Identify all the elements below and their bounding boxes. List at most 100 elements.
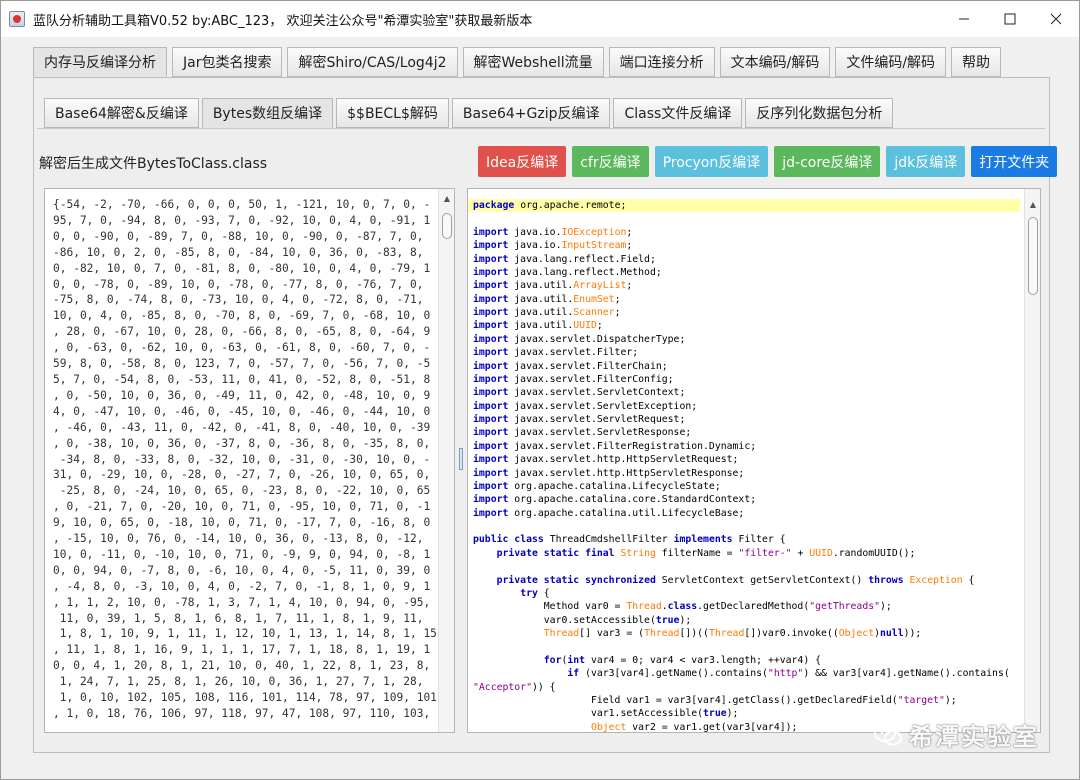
subtab-becl-decode[interactable]: $$BECL$解码 bbox=[336, 98, 449, 128]
wechat-official-account-icon bbox=[874, 723, 902, 745]
code-token: synchronized bbox=[585, 574, 656, 586]
tab-help[interactable]: 帮助 bbox=[951, 47, 1002, 77]
code-token: Scanner bbox=[573, 307, 615, 318]
code-token: import bbox=[473, 333, 509, 345]
code-line: import javax.servlet.FilterRegistration.… bbox=[468, 440, 1020, 453]
code-token: "target" bbox=[897, 694, 945, 706]
code-line: import org.apache.catalina.core.Standard… bbox=[468, 493, 1020, 506]
code-line: var0.setAccessible(true); bbox=[468, 614, 1020, 627]
code-token: java.util. bbox=[508, 293, 574, 305]
scroll-up-icon[interactable]: ▲ bbox=[1025, 197, 1040, 211]
code-token: import bbox=[473, 293, 509, 305]
code-token: true bbox=[655, 614, 680, 626]
code-token: Filter { bbox=[732, 534, 786, 546]
code-line: import javax.servlet.ServletContext; bbox=[468, 386, 1020, 399]
close-button[interactable] bbox=[1033, 1, 1079, 37]
code-token: import bbox=[473, 427, 509, 439]
decompiled-code[interactable]: package org.apache.remote; import java.i… bbox=[468, 199, 1020, 733]
decompiled-code-area[interactable]: package org.apache.remote; import java.i… bbox=[467, 188, 1041, 733]
code-line: Field var1 = var3[var4].getClass().getDe… bbox=[468, 694, 1020, 707]
code-token: Exception bbox=[909, 574, 963, 586]
code-line: import java.util.ArrayList; bbox=[468, 279, 1020, 292]
code-token: try bbox=[520, 587, 538, 599]
code-token: import bbox=[473, 454, 509, 466]
minimize-button[interactable] bbox=[941, 1, 987, 37]
code-line: import java.util.EnumSet; bbox=[468, 293, 1020, 306]
code-token: import bbox=[473, 307, 509, 318]
tab-memshell-decompile[interactable]: 内存马反编译分析 bbox=[33, 47, 167, 77]
app-window: 蓝队分析辅助工具箱V0.52 by:ABC_123， 欢迎关注公众号"希潭实验室… bbox=[0, 0, 1080, 780]
subtab-base64-gzip-decompile[interactable]: Base64+Gzip反编译 bbox=[451, 98, 611, 128]
bytes-array-text[interactable]: {-54, -2, -70, -66, 0, 0, 0, 50, 1, -121… bbox=[53, 197, 437, 722]
pane-splitter[interactable] bbox=[457, 188, 465, 733]
code-token: ; bbox=[614, 307, 621, 318]
close-icon bbox=[1050, 13, 1062, 25]
code-token: throws bbox=[868, 574, 904, 586]
code-token: private bbox=[496, 547, 538, 559]
code-scrollbar[interactable]: ▲ bbox=[1024, 189, 1040, 732]
idea-decompile-button[interactable]: Idea反编译 bbox=[478, 146, 567, 177]
code-token: import bbox=[473, 373, 509, 385]
code-line: import javax.servlet.FilterChain; bbox=[468, 360, 1020, 373]
bytes-scrollbar[interactable]: ▲ bbox=[438, 189, 454, 732]
code-token: )); bbox=[903, 628, 922, 639]
code-line: public class ThreadCmdshellFilter implem… bbox=[468, 533, 1020, 546]
code-token: implements bbox=[673, 534, 733, 546]
code-token: ); bbox=[880, 601, 892, 613]
code-line: import javax.servlet.ServletRequest; bbox=[468, 413, 1020, 426]
code-token: Thread bbox=[644, 628, 680, 639]
tab-file-encode-decode[interactable]: 文件编码/解码 bbox=[835, 47, 947, 77]
subtab-deserialization-packet[interactable]: 反序列化数据包分析 bbox=[745, 98, 894, 128]
open-folder-button[interactable]: 打开文件夹 bbox=[971, 146, 1058, 177]
code-token: ; bbox=[626, 280, 633, 292]
tab-text-encode-decode[interactable]: 文本编码/解码 bbox=[719, 47, 831, 77]
tab-port-connection-analysis[interactable]: 端口连接分析 bbox=[608, 47, 715, 77]
tab-decrypt-shiro-cas-log4j2[interactable]: 解密Shiro/CAS/Log4j2 bbox=[287, 47, 458, 77]
subtab-class-file-decompile[interactable]: Class文件反编译 bbox=[613, 98, 743, 128]
code-token: javax.servlet.ServletRequest; bbox=[508, 414, 686, 425]
code-token: InputStream bbox=[561, 240, 627, 252]
cfr-decompile-button[interactable]: cfr反编译 bbox=[572, 146, 649, 177]
code-token: .getDeclaredMethod( bbox=[697, 601, 810, 613]
code-token: null bbox=[880, 628, 904, 639]
code-token: "http" bbox=[767, 668, 804, 680]
bytes-input-area[interactable]: {-54, -2, -70, -66, 0, 0, 0, 50, 1, -121… bbox=[44, 188, 455, 733]
code-token: "getThreads" bbox=[809, 601, 881, 613]
code-token: var0.setAccessible( bbox=[473, 614, 656, 626]
code-token: org.apache.catalina.util.LifecycleBase; bbox=[508, 507, 745, 519]
code-token: public bbox=[473, 534, 509, 546]
tab-decrypt-webshell-traffic[interactable]: 解密Webshell流量 bbox=[462, 47, 604, 77]
code-token: EnumSet bbox=[573, 293, 615, 305]
code-token: java.io. bbox=[508, 226, 562, 238]
code-token: Thread bbox=[626, 601, 662, 613]
code-token: Thread bbox=[543, 628, 580, 639]
scrollbar-thumb[interactable] bbox=[1028, 217, 1038, 295]
code-token: ; bbox=[614, 293, 621, 305]
code-line: try { bbox=[468, 587, 1020, 600]
code-line: import javax.servlet.http.HttpServletRes… bbox=[468, 467, 1020, 480]
code-line: import javax.servlet.ServletException; bbox=[468, 400, 1020, 413]
maximize-button[interactable] bbox=[987, 1, 1033, 37]
code-line: package org.apache.remote; bbox=[468, 199, 1020, 213]
code-token: Object bbox=[590, 721, 627, 733]
subtab-base64-decompile[interactable]: Base64解密&反编译 bbox=[44, 98, 199, 128]
code-line: import org.apache.catalina.util.Lifecycl… bbox=[468, 507, 1020, 520]
code-token: Thread bbox=[708, 628, 745, 639]
scrollbar-thumb[interactable] bbox=[442, 213, 452, 239]
tab-jar-class-search[interactable]: Jar包类名搜索 bbox=[172, 47, 283, 77]
code-token: var1.setAccessible( bbox=[473, 708, 704, 720]
splitter-grip-icon[interactable] bbox=[459, 448, 463, 470]
scroll-up-icon[interactable]: ▲ bbox=[439, 191, 454, 205]
procyon-decompile-button[interactable]: Procyon反编译 bbox=[654, 146, 769, 177]
code-token: static bbox=[543, 547, 580, 559]
code-token: "Acceptor" bbox=[473, 681, 532, 693]
code-token: import bbox=[473, 494, 509, 506]
code-token: ); bbox=[679, 614, 692, 626]
code-line: import javax.servlet.DispatcherType; bbox=[468, 333, 1020, 346]
jdk-decompile-button[interactable]: jdk反编译 bbox=[886, 146, 966, 177]
jd-core-decompile-button[interactable]: jd-core反编译 bbox=[774, 146, 881, 177]
code-token: java.util. bbox=[508, 280, 574, 292]
subtab-bytes-array-decompile[interactable]: Bytes数组反编译 bbox=[201, 98, 334, 128]
